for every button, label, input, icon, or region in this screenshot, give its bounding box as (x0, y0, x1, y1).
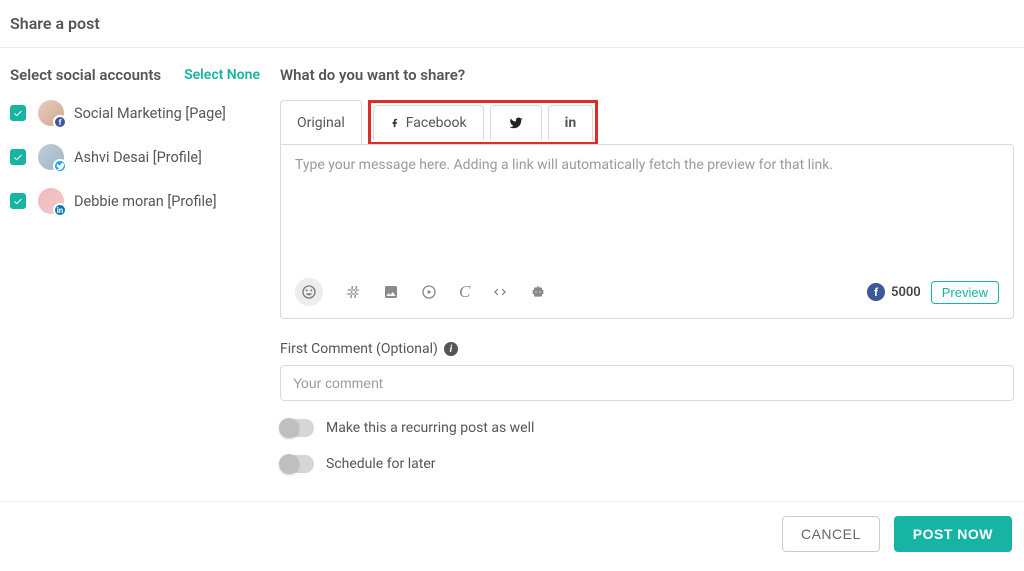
first-comment-label-text: First Comment (Optional) (280, 341, 438, 357)
char-count-value: 5000 (891, 285, 921, 300)
first-comment-label: First Comment (Optional) i (280, 341, 1014, 357)
schedule-label: Schedule for later (326, 456, 436, 472)
checkbox[interactable] (10, 149, 26, 165)
recurring-toggle-row: Make this a recurring post as well (280, 419, 1014, 437)
schedule-toggle-row: Schedule for later (280, 455, 1014, 473)
facebook-dot-icon: f (867, 283, 885, 301)
ai-button[interactable] (530, 284, 546, 300)
hashtag-button[interactable] (345, 284, 361, 300)
twitter-badge-icon (53, 159, 67, 173)
tab-linkedin[interactable]: in (548, 105, 594, 140)
account-row[interactable]: in Debbie moran [Profile] (10, 188, 260, 214)
check-icon (13, 108, 23, 118)
tab-twitter[interactable] (490, 105, 542, 140)
account-name: Ashvi Desai [Profile] (74, 149, 202, 166)
twitter-icon (507, 116, 525, 130)
robot-icon (530, 284, 546, 300)
avatar (38, 144, 64, 170)
page-title: Share a post (0, 0, 1024, 48)
play-circle-icon (421, 284, 437, 300)
check-icon (13, 152, 23, 162)
video-button[interactable] (421, 284, 437, 300)
account-name: Social Marketing [Page] (74, 105, 226, 122)
check-icon (13, 196, 23, 206)
cancel-button[interactable]: CANCEL (782, 516, 880, 552)
recurring-toggle[interactable] (280, 419, 314, 437)
sidebar-header: Select social accounts Select None (10, 66, 260, 84)
avatar: f (38, 100, 64, 126)
footer: CANCEL POST NOW (0, 501, 1024, 570)
composer: What do you want to share? Original Face… (280, 66, 1014, 473)
linkedin-badge-icon: in (53, 203, 67, 217)
emoji-button[interactable] (295, 278, 323, 306)
sidebar: Select social accounts Select None f Soc… (10, 66, 280, 473)
image-button[interactable] (383, 284, 399, 300)
avatar: in (38, 188, 64, 214)
tab-row: Original Facebook in (280, 100, 1014, 145)
linkedin-icon: in (565, 115, 577, 131)
composer-box: C f 5000 Preview (280, 144, 1014, 319)
facebook-icon (390, 116, 400, 130)
tab-facebook[interactable]: Facebook (373, 105, 484, 140)
checkbox[interactable] (10, 105, 26, 121)
composer-toolbar: C f 5000 Preview (295, 278, 999, 306)
recurring-label: Make this a recurring post as well (326, 420, 534, 436)
facebook-badge-icon: f (53, 115, 67, 129)
emoji-icon (301, 284, 317, 300)
tab-original[interactable]: Original (280, 100, 362, 145)
account-row[interactable]: Ashvi Desai [Profile] (10, 144, 260, 170)
checkbox[interactable] (10, 193, 26, 209)
code-button[interactable] (492, 284, 508, 300)
account-name: Debbie moran [Profile] (74, 193, 217, 210)
sidebar-title: Select social accounts (10, 66, 161, 84)
tab-facebook-label: Facebook (406, 115, 467, 131)
highlight-box: Facebook in (368, 100, 598, 145)
composer-heading: What do you want to share? (280, 66, 1014, 84)
schedule-toggle[interactable] (280, 455, 314, 473)
main-row: Select social accounts Select None f Soc… (0, 48, 1024, 473)
canva-button[interactable]: C (459, 282, 470, 302)
message-textarea[interactable] (295, 157, 999, 268)
info-icon[interactable]: i (444, 342, 458, 356)
select-none-link[interactable]: Select None (184, 67, 260, 83)
first-comment-input[interactable] (280, 365, 1014, 401)
post-now-button[interactable]: POST NOW (894, 516, 1012, 552)
image-icon (383, 284, 399, 300)
account-row[interactable]: f Social Marketing [Page] (10, 100, 260, 126)
char-count: f 5000 (867, 283, 921, 301)
code-icon (492, 284, 508, 300)
hashtag-icon (345, 284, 361, 300)
preview-button[interactable]: Preview (931, 281, 999, 304)
